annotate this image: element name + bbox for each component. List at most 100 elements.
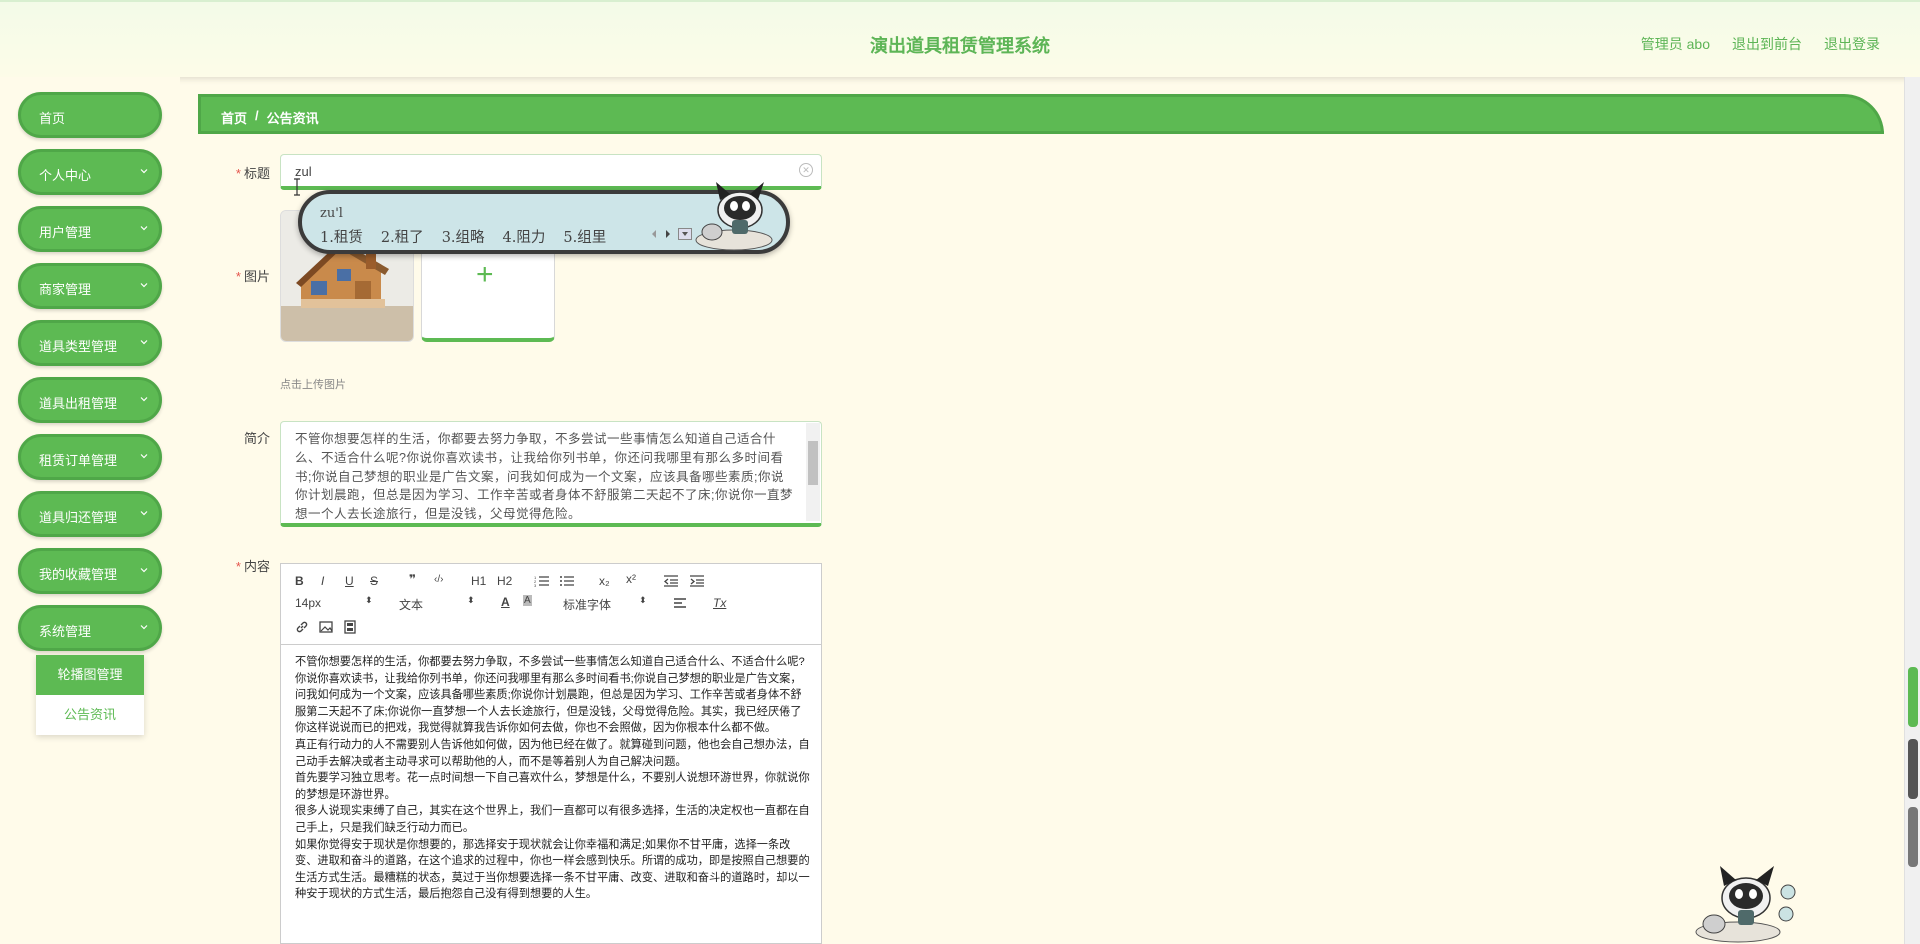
header-links: 管理员 abo 退出到前台 退出登录 <box>1641 34 1880 54</box>
top-header: 演出道具租赁管理系统 管理员 abo 退出到前台 退出登录 <box>0 0 1920 77</box>
strike-button[interactable]: S <box>370 574 378 588</box>
ime-prev-icon[interactable] <box>650 229 658 239</box>
breadcrumb-current: 公告资讯 <box>266 111 319 126</box>
bullet-list-icon[interactable] <box>559 574 575 588</box>
block-type-select[interactable]: 文本 <box>399 596 423 613</box>
sidebar: 首页 个人中心 用户管理 商家管理 道具类型管理 道具出租管理 租赁订单管理 道… <box>0 77 180 944</box>
content-paragraph: 很多人说现实束缚了自己，其实在这个世界上，我们一直都可以有很多选择，生活的决定权… <box>295 805 810 834</box>
scrollbar-thumb[interactable] <box>1908 667 1918 727</box>
sidebar-item-rental-order-management[interactable]: 租赁订单管理 <box>18 434 162 480</box>
plus-icon: + <box>476 258 494 291</box>
sidebar-item-label: 我的收藏管理 <box>39 567 118 582</box>
clear-icon[interactable]: ✕ <box>799 163 813 177</box>
chevron-down-icon <box>140 454 148 459</box>
heading2-button[interactable]: H2 <box>497 574 512 588</box>
intro-text: 不管你想要怎样的生活，你都要去努力争取，不多尝试一些事情怎么知道自己适合什么、不… <box>295 432 793 522</box>
content-paragraph: 不管你想要怎样的生活，你都要去努力争取，不多尝试一些事情怎么知道自己适合什么、不… <box>295 656 805 668</box>
ime-next-icon[interactable] <box>664 229 672 239</box>
editor-content[interactable]: 不管你想要怎样的生活，你都要去努力争取，不多尝试一些事情怎么知道自己适合什么、不… <box>295 654 811 903</box>
sidebar-item-label: 道具归还管理 <box>39 510 118 525</box>
intro-textarea[interactable]: 不管你想要怎样的生活，你都要去努力争取，不多尝试一些事情怎么知道自己适合什么、不… <box>280 421 822 527</box>
blockquote-button[interactable]: ❞ <box>409 572 416 586</box>
logout-link[interactable]: 退出登录 <box>1824 34 1880 54</box>
sidebar-item-label: 首页 <box>39 111 66 126</box>
editor-toolbar: B I U S ❞ ‹/› H1 H2 123 x₂ x² 14px ⬍ 文本 … <box>281 564 821 645</box>
chevron-down-icon <box>140 169 148 174</box>
sidebar-item-favorites-management[interactable]: 我的收藏管理 <box>18 548 162 594</box>
exit-to-front-link[interactable]: 退出到前台 <box>1732 34 1802 54</box>
sidebar-item-prop-rental-management[interactable]: 道具出租管理 <box>18 377 162 423</box>
sidebar-item-label: 道具类型管理 <box>39 339 118 354</box>
align-icon[interactable] <box>673 597 687 609</box>
sidebar-item-prop-type-management[interactable]: 道具类型管理 <box>18 320 162 366</box>
sidebar-item-personal-center[interactable]: 个人中心 <box>18 149 162 195</box>
ime-mascot-icon <box>695 182 773 251</box>
intro-scrollbar[interactable] <box>806 423 820 521</box>
font-color-icon[interactable]: A <box>501 595 510 609</box>
chevron-down-icon <box>140 568 148 573</box>
ime-candidate[interactable]: 5.组里 <box>563 226 606 247</box>
chevron-updown-icon: ⬍ <box>639 595 647 605</box>
heading1-button[interactable]: H1 <box>471 574 486 588</box>
superscript-button[interactable]: x² <box>626 572 636 586</box>
upload-tip: 点击上传图片 <box>280 379 346 391</box>
content-paragraph: 真正有行动力的人不需要别人告诉他如何做，因为他已经在做了。就算碰到问题，他也会自… <box>295 738 810 768</box>
breadcrumb-separator: / <box>255 108 259 123</box>
content-paragraph: 首先要学习独立思考。花一点时间想一下自己喜欢什么，梦想是什么，不要别人说想环游世… <box>295 772 810 801</box>
image-icon[interactable] <box>319 620 333 634</box>
content-paragraph: 你说你喜欢读书，让我给你列书单，你还问我哪里有那么多时间看书;你说自己梦想的职业… <box>295 672 802 735</box>
sidebar-item-label: 系统管理 <box>39 624 92 639</box>
intro-label: 简介 <box>243 431 270 446</box>
sidebar-item-prop-return-management[interactable]: 道具归还管理 <box>18 491 162 537</box>
background-color-icon[interactable]: A <box>523 595 532 606</box>
link-icon[interactable] <box>295 620 309 634</box>
sidebar-item-home[interactable]: 首页 <box>18 92 162 138</box>
sidebar-item-label: 商家管理 <box>39 282 92 297</box>
clear-format-button[interactable]: Tx <box>713 596 726 610</box>
ime-candidate[interactable]: 1.租赁 <box>320 226 363 247</box>
scrollbar-thumb-secondary <box>1908 739 1918 799</box>
sidebar-item-merchant-management[interactable]: 商家管理 <box>18 263 162 309</box>
title-input-value: zul <box>295 164 312 179</box>
subscript-button[interactable]: x₂ <box>599 574 610 588</box>
ime-candidates: 1.租赁 2.租了 3.组略 4.阻力 5.组里 <box>320 226 606 247</box>
image-label: * 图片 <box>235 269 270 284</box>
sidebar-item-user-management[interactable]: 用户管理 <box>18 206 162 252</box>
title-label: * 标题 <box>235 166 270 181</box>
font-size-select[interactable]: 14px <box>295 596 321 610</box>
chevron-down-icon <box>140 511 148 516</box>
sidebar-item-system-management[interactable]: 系统管理 <box>18 605 162 651</box>
breadcrumb-home[interactable]: 首页 <box>221 108 247 127</box>
chevron-down-icon <box>140 283 148 288</box>
ordered-list-icon[interactable]: 123 <box>534 574 550 588</box>
font-family-select[interactable]: 标准字体 <box>563 596 611 613</box>
breadcrumb-bar: 首页 / 公告资讯 <box>198 94 1884 134</box>
video-icon[interactable] <box>343 620 357 634</box>
indent-icon[interactable] <box>689 574 705 588</box>
floating-mascot-icon <box>1695 866 1796 943</box>
bold-button[interactable]: B <box>295 574 304 588</box>
system-submenu: 轮播图管理 公告资讯 <box>36 655 144 735</box>
italic-button[interactable]: I <box>321 574 324 588</box>
ime-page-arrows <box>650 228 692 240</box>
page-scrollbar[interactable] <box>1904 77 1920 944</box>
chevron-down-icon <box>140 226 148 231</box>
code-block-button[interactable]: ‹/› <box>434 574 443 585</box>
ime-candidate[interactable]: 4.阻力 <box>503 226 546 247</box>
breadcrumb: 首页 / 公告资讯 <box>221 108 319 127</box>
sidebar-item-label: 个人中心 <box>39 168 92 183</box>
chevron-down-icon <box>140 397 148 402</box>
sidebar-item-label: 用户管理 <box>39 225 92 240</box>
ime-candidate[interactable]: 2.租了 <box>381 226 424 247</box>
outdent-icon[interactable] <box>663 574 679 588</box>
submenu-item-announcements[interactable]: 公告资讯 <box>36 695 144 735</box>
svg-text:3: 3 <box>534 583 537 588</box>
admin-user-label[interactable]: 管理员 abo <box>1641 34 1710 54</box>
chevron-down-icon <box>140 625 148 630</box>
ime-pinyin: zu'l <box>320 206 343 221</box>
underline-button[interactable]: U <box>345 574 354 588</box>
ime-candidate[interactable]: 3.组略 <box>442 226 485 247</box>
rich-text-editor[interactable]: B I U S ❞ ‹/› H1 H2 123 x₂ x² 14px ⬍ 文本 … <box>280 563 822 944</box>
chevron-updown-icon: ⬍ <box>467 595 475 605</box>
submenu-item-carousel[interactable]: 轮播图管理 <box>36 655 144 695</box>
